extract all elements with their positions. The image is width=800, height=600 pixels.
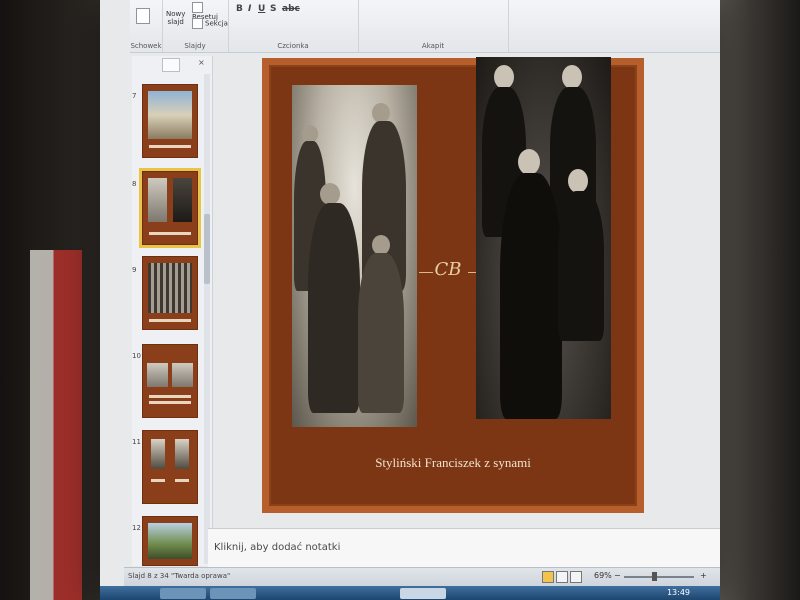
bold-button[interactable]: B (236, 4, 243, 14)
flag (30, 250, 82, 600)
taskbar-powerpoint-button[interactable] (400, 588, 446, 599)
notes-placeholder: Kliknij, aby dodać notatki (214, 542, 341, 553)
italic-button[interactable]: I (248, 4, 251, 14)
new-slide-button[interactable]: Nowy slajd (166, 10, 185, 26)
slide-thumbnail-7[interactable] (142, 84, 198, 158)
zoom-out-button[interactable]: − (614, 571, 621, 580)
thumb-number: 7 (132, 92, 137, 100)
normal-view-icon[interactable] (542, 571, 554, 583)
thumbnail-scrollbar[interactable] (204, 74, 210, 564)
taskbar-button[interactable] (160, 588, 206, 599)
section-label: Sekcja (205, 19, 228, 28)
slide-thumbnail-panel: × 7 8 9 10 11 12 (132, 56, 213, 566)
group-paragraph-label: Akapit (421, 42, 445, 50)
strikethrough-button[interactable]: abc (282, 4, 300, 14)
underline-button[interactable]: U (258, 4, 265, 14)
notes-pane[interactable]: Kliknij, aby dodać notatki (208, 528, 720, 567)
slide-counter-text: Slajd 8 z 34 (128, 572, 169, 580)
slide-thumbnail-10[interactable] (142, 344, 198, 418)
thumb-number: 11 (132, 438, 141, 446)
paste-icon[interactable] (136, 8, 152, 24)
zoom-in-button[interactable]: + (700, 571, 707, 580)
group-font-label: Czcionka (277, 42, 309, 50)
ornament-monogram: CB (434, 259, 462, 280)
slide-thumbnail-8[interactable] (139, 168, 201, 248)
slide-canvas[interactable]: CB Styliński Franciszek z synami (262, 57, 644, 513)
slide-thumbnail-11[interactable] (142, 430, 198, 504)
zoom-slider-handle[interactable] (652, 572, 657, 581)
photo-left (292, 85, 417, 427)
room-wall-right (718, 0, 800, 600)
zoom-slider[interactable] (624, 576, 694, 578)
photo-right (476, 57, 611, 419)
taskbar-button[interactable] (210, 588, 256, 599)
section-button[interactable]: Sekcja (192, 18, 228, 29)
slide-sorter-icon[interactable] (556, 571, 568, 583)
ribbon-group-paragraph: Akapit (358, 0, 509, 52)
thumb-number: 8 (132, 180, 137, 188)
ribbon: Schowek Nowy slajd Resetuj Sekcja Slajdy… (130, 0, 720, 53)
slides-tab-icon[interactable] (162, 58, 180, 72)
new-slide-label-1: Nowy (166, 10, 186, 18)
slide-counter: Slajd 8 z 34 "Twarda oprawa" (128, 572, 230, 580)
shadow-button[interactable]: S (270, 4, 276, 14)
ribbon-group-slides: Nowy slajd Resetuj Sekcja Slajdy (162, 0, 229, 52)
new-slide-label-2: slajd (167, 18, 184, 26)
ribbon-group-font: B I U S abc Czcionka (228, 0, 359, 52)
windows-taskbar: 13:49 (100, 586, 720, 600)
ribbon-group-clipboard: Schowek (130, 0, 163, 52)
reading-view-icon[interactable] (570, 571, 582, 583)
slide-thumbnail-12[interactable] (142, 516, 198, 566)
theme-name: "Twarda oprawa" (171, 572, 231, 580)
zoom-level[interactable]: 69% (594, 571, 612, 580)
thumb-number: 10 (132, 352, 141, 360)
projected-screen: Schowek Nowy slajd Resetuj Sekcja Slajdy… (100, 0, 720, 600)
status-bar: Slajd 8 z 34 "Twarda oprawa" 69% − + (124, 567, 720, 586)
group-slides-label: Slajdy (184, 42, 206, 50)
reset-icon (192, 2, 203, 13)
thumb-number: 9 (132, 266, 137, 274)
group-clipboard-label: Schowek (130, 42, 162, 50)
close-panel-icon[interactable]: × (198, 58, 205, 67)
thumb-number: 12 (132, 524, 141, 532)
slide-thumbnail-9[interactable] (142, 256, 198, 330)
scrollbar-thumb[interactable] (204, 214, 210, 284)
slide-caption: Styliński Franciszek z synami (375, 455, 531, 470)
section-icon (192, 18, 203, 29)
taskbar-clock: 13:49 (666, 588, 690, 597)
